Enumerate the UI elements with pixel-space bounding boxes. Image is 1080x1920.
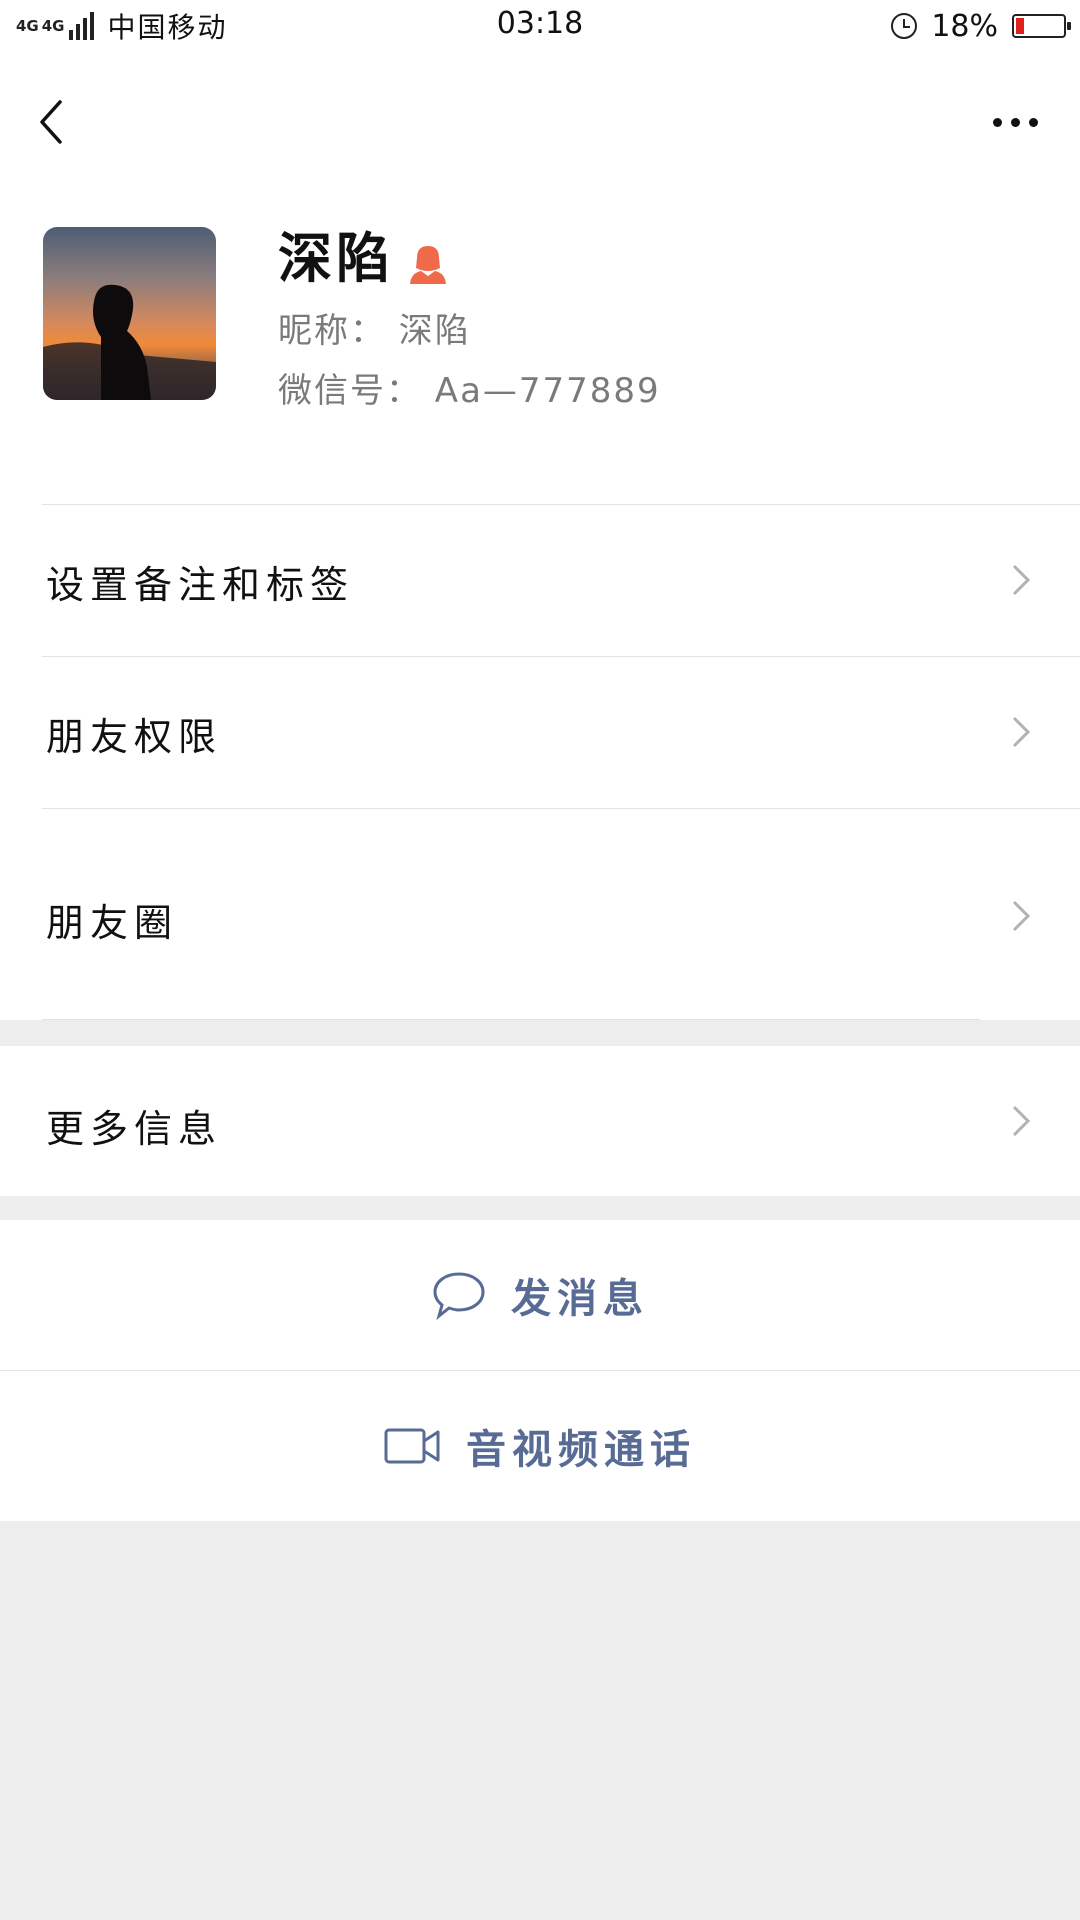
battery-level <box>1016 18 1024 34</box>
more-dots-icon <box>992 117 1002 127</box>
menu-item-remark-tags[interactable]: 设置备注和标签 <box>0 504 1080 656</box>
female-user-icon <box>410 246 446 284</box>
menu-item-friend-permissions[interactable]: 朋友权限 <box>0 656 1080 808</box>
menu-item-moments[interactable]: 朋友圈 <box>0 808 1080 1020</box>
divider <box>42 1019 980 1020</box>
chevron-left-icon <box>40 100 62 144</box>
back-button[interactable] <box>30 92 80 152</box>
menu-item-label: 朋友圈 <box>46 901 179 945</box>
status-bar: 4G 4G 中国移动 03:18 18% <box>0 0 1080 52</box>
menu-item-more-info[interactable]: 更多信息 <box>0 1046 1080 1196</box>
battery-icon <box>1012 14 1071 38</box>
chevron-right-icon <box>1012 900 1031 932</box>
avatar[interactable] <box>43 227 216 400</box>
more-button[interactable] <box>980 92 1050 152</box>
avatar-silhouette <box>43 284 216 400</box>
nav-bar <box>0 52 1080 184</box>
menu-item-label: 朋友权限 <box>46 715 223 759</box>
send-message-label: 发消息 <box>511 1276 649 1322</box>
wechat-id-text: 微信号： Aa—777889 <box>278 371 661 411</box>
send-message-button[interactable]: 发消息 <box>0 1220 1080 1370</box>
chevron-right-icon <box>1012 1105 1031 1137</box>
chat-bubble-icon <box>433 1272 485 1320</box>
status-right: 18% <box>891 8 1071 44</box>
menu-group-secondary: 更多信息 <box>0 1046 1080 1196</box>
video-call-label: 音视频通话 <box>466 1427 696 1473</box>
alarm-clock-icon <box>891 13 918 39</box>
profile-name: 深陷 <box>278 227 394 290</box>
chevron-right-icon <box>1012 716 1031 748</box>
battery-percent: 18% <box>931 8 998 44</box>
video-camera-icon <box>384 1428 440 1464</box>
menu-item-label: 更多信息 <box>46 1107 223 1151</box>
profile-card: 深陷 昵称： 深陷 微信号： Aa—777889 <box>0 184 1080 504</box>
menu-group-primary: 设置备注和标签 朋友权限 朋友圈 <box>0 504 1080 1020</box>
chevron-right-icon <box>1012 564 1031 596</box>
video-call-button[interactable]: 音视频通话 <box>0 1371 1080 1521</box>
nickname-text: 昵称： 深陷 <box>278 311 471 351</box>
menu-item-label: 设置备注和标签 <box>46 563 355 607</box>
